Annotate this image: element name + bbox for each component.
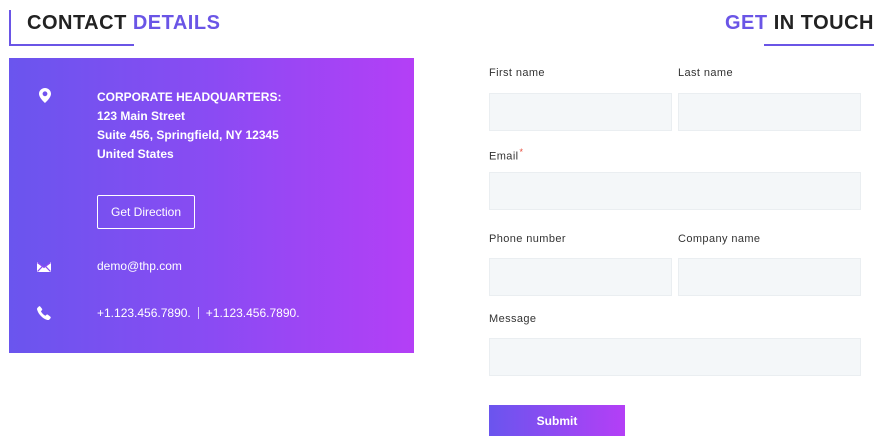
last-name-field[interactable] xyxy=(678,93,861,131)
email-label: Email* xyxy=(489,147,523,163)
address-line-3: United States xyxy=(97,147,174,161)
phone-number-2[interactable]: +1.123.456.7890. xyxy=(206,306,300,320)
contact-card: CORPORATE HEADQUARTERS: 123 Main Street … xyxy=(9,58,414,353)
heading-vertical-bar xyxy=(9,10,11,46)
required-marker: * xyxy=(519,147,524,157)
contact-details-title: CONTACT DETAILS xyxy=(27,12,220,35)
contact-title-part1: CONTACT xyxy=(27,12,127,34)
address-title: CORPORATE HEADQUARTERS: xyxy=(97,90,282,104)
map-marker-icon xyxy=(37,87,53,103)
get-in-touch-heading: GET IN TOUCH xyxy=(709,10,874,46)
message-label: Message xyxy=(489,313,537,325)
last-name-label: Last name xyxy=(678,67,733,79)
first-name-field[interactable] xyxy=(489,93,672,131)
phone-icon xyxy=(36,305,52,321)
company-name-field[interactable] xyxy=(678,258,861,296)
address-line-1: 123 Main Street xyxy=(97,109,186,123)
heading-underline xyxy=(9,44,134,46)
contact-details-heading: CONTACT DETAILS xyxy=(9,10,220,46)
phone-number-label: Phone number xyxy=(489,233,566,245)
phone-number-1[interactable]: +1.123.456.7890. xyxy=(97,306,191,320)
email-link[interactable]: demo@thp.com xyxy=(97,259,182,273)
phone-separator xyxy=(197,307,199,319)
address-line-2: Suite 456, Springfield, NY 12345 xyxy=(97,128,279,142)
email-label-text: Email xyxy=(489,150,519,163)
phone-number-field[interactable] xyxy=(489,258,672,296)
company-name-label: Company name xyxy=(678,233,761,245)
get-in-touch-title: GET IN TOUCH xyxy=(725,12,874,35)
contact-page: CONTACT DETAILS GET IN TOUCH CORPORATE H… xyxy=(0,0,883,436)
touch-title-part2: IN TOUCH xyxy=(773,12,874,34)
touch-title-part1: GET xyxy=(725,12,768,34)
contact-title-part2: DETAILS xyxy=(132,12,221,34)
envelope-icon xyxy=(36,259,52,275)
get-direction-button[interactable]: Get Direction xyxy=(97,195,195,229)
heading-underline xyxy=(764,44,874,46)
first-name-label: First name xyxy=(489,67,545,79)
message-field[interactable] xyxy=(489,338,861,376)
email-field[interactable] xyxy=(489,172,861,210)
phone-numbers: +1.123.456.7890. +1.123.456.7890. xyxy=(97,306,300,320)
submit-button[interactable]: Submit xyxy=(489,405,625,436)
